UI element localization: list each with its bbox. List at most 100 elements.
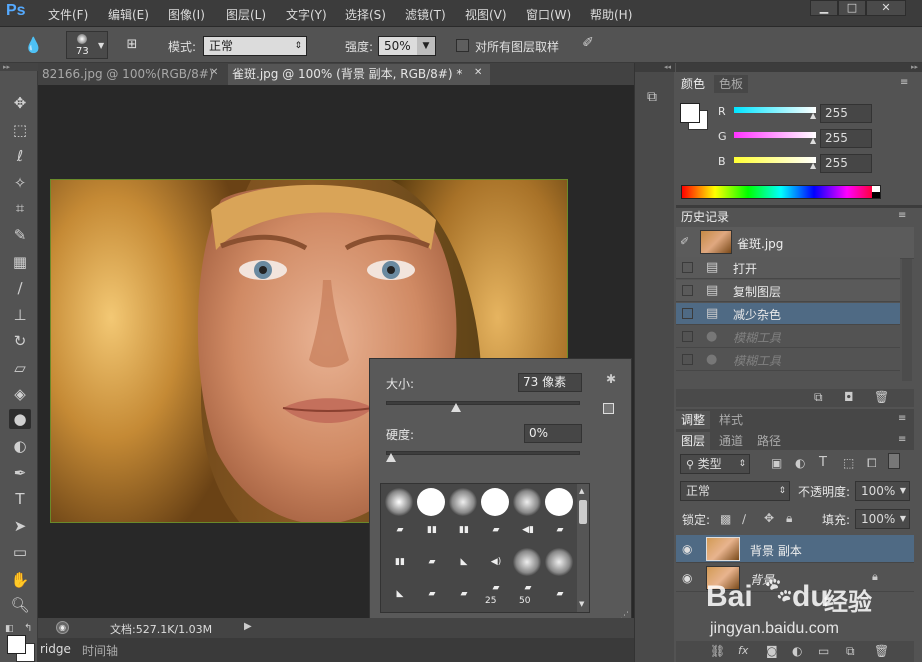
hardness-slider[interactable] xyxy=(386,451,580,455)
tab-channels[interactable]: 通道 xyxy=(714,432,748,450)
menu-layer[interactable]: 图层(L) xyxy=(226,6,266,23)
color-spectrum-bar[interactable] xyxy=(681,185,881,199)
layer-filter-select[interactable]: ⚲ 类型 ⇕ xyxy=(680,454,750,474)
menu-edit[interactable]: 编辑(E) xyxy=(108,6,149,23)
type-tool-icon[interactable]: T xyxy=(9,489,31,509)
lock-pixels-icon[interactable]: ∕ xyxy=(742,512,746,526)
size-slider[interactable] xyxy=(386,401,580,405)
channel-g-slider[interactable] xyxy=(734,132,816,138)
tab-82166[interactable]: 82166.jpg @ 100%(RGB/8#) xyxy=(38,64,226,85)
paint-bucket-icon[interactable]: ◈ xyxy=(9,384,31,404)
filter-adjustment-icon[interactable]: ◐ xyxy=(795,456,805,470)
scroll-down-icon[interactable]: ▼ xyxy=(579,600,584,608)
layer-name[interactable]: 背景 副本 xyxy=(750,542,802,559)
lock-all-icon[interactable]: 🔒︎ xyxy=(786,511,792,526)
sample-all-layers-checkbox[interactable] xyxy=(456,39,469,52)
mode-select[interactable]: 正常 ⇕ xyxy=(203,36,307,56)
link-layers-icon[interactable]: ⛓︎ xyxy=(710,644,725,658)
slider-thumb-icon[interactable]: ▲ xyxy=(810,136,816,145)
default-colors-icon[interactable]: ◧ xyxy=(5,624,14,634)
brush-tip-icon[interactable]: ▰ xyxy=(391,524,409,536)
slider-thumb-icon[interactable]: ▲ xyxy=(810,161,816,170)
history-item-disabled[interactable]: ● 模糊工具 xyxy=(676,326,900,348)
brush-tip-icon[interactable]: ▰ xyxy=(487,582,505,594)
new-group-icon[interactable]: ▭ xyxy=(818,644,829,658)
strength-field[interactable]: 50% ▼ xyxy=(378,36,436,56)
magic-wand-icon[interactable]: ✧ xyxy=(9,173,31,193)
channel-g-value[interactable]: 255 xyxy=(820,129,872,148)
brush-tip-icon[interactable]: ▰ xyxy=(423,588,441,600)
brush-tip-icon[interactable]: ▰ xyxy=(519,582,537,594)
size-slider-thumb[interactable] xyxy=(450,403,461,412)
eye-icon[interactable]: ◉ xyxy=(682,571,692,585)
chevron-down-icon[interactable]: ▼ xyxy=(900,510,906,528)
tab-paths[interactable]: 路径 xyxy=(752,432,786,450)
soft-brush-icon[interactable] xyxy=(385,488,413,516)
move-tool-icon[interactable]: ✥ xyxy=(9,93,31,113)
brush-preset-picker[interactable]: 73 ▼ xyxy=(66,31,108,59)
marquee-tool-icon[interactable]: ⬚ xyxy=(9,120,31,140)
preset-scrollbar[interactable]: ▲ ▼ xyxy=(577,484,589,612)
layer-style-icon[interactable]: fx xyxy=(738,644,748,657)
chevron-down-icon[interactable]: ▼ xyxy=(417,37,435,55)
eraser-icon[interactable]: ▱ xyxy=(9,358,31,378)
collapse-icon[interactable]: ▸▸ xyxy=(676,63,922,72)
tab-layers[interactable]: 图层 xyxy=(676,432,711,450)
channel-r-value[interactable]: 255 xyxy=(820,104,872,123)
lock-transparency-icon[interactable]: ▩ xyxy=(720,512,731,526)
tab-color[interactable]: 颜色 xyxy=(676,75,711,93)
hard-brush-icon[interactable] xyxy=(481,488,509,516)
hard-brush-icon[interactable] xyxy=(545,488,573,516)
soft-brush-icon[interactable] xyxy=(449,488,477,516)
menu-window[interactable]: 窗口(W) xyxy=(526,6,571,23)
layer-mask-icon[interactable]: ◙ xyxy=(766,644,778,658)
menu-type[interactable]: 文字(Y) xyxy=(286,6,327,23)
tab-history[interactable]: 历史记录 xyxy=(676,208,735,226)
brush-tip-icon[interactable]: ◀▮ xyxy=(519,524,537,536)
menu-filter[interactable]: 滤镜(T) xyxy=(405,6,446,23)
swap-colors-icon[interactable]: ↰ xyxy=(24,623,32,634)
hardness-slider-thumb[interactable] xyxy=(386,453,396,462)
hard-brush-icon[interactable] xyxy=(417,488,445,516)
minimize-button[interactable]: ▁ xyxy=(810,0,838,16)
lock-position-icon[interactable]: ✥ xyxy=(764,511,774,525)
brush-tip-icon[interactable]: ▮▮ xyxy=(423,524,441,536)
history-item[interactable]: ▤ 打开 xyxy=(676,257,900,279)
status-menu-arrow-icon[interactable]: ▶ xyxy=(244,621,252,632)
close-icon[interactable]: ✕ xyxy=(210,67,218,78)
history-scrollbar[interactable] xyxy=(902,259,912,381)
history-snapshot[interactable]: ✐ 雀斑.jpg xyxy=(676,227,914,259)
panel-menu-icon[interactable]: ≡ xyxy=(898,434,906,445)
adjustment-layer-icon[interactable]: ◐ xyxy=(792,644,802,658)
zoom-tool-icon[interactable]: 🔍︎ xyxy=(9,595,31,615)
chevron-down-icon[interactable]: ▼ xyxy=(900,482,906,500)
tab-swatches[interactable]: 色板 xyxy=(714,75,749,93)
panel-menu-icon[interactable]: ≡ xyxy=(898,413,906,424)
history-checkbox[interactable] xyxy=(682,331,693,342)
close-icon[interactable]: ✕ xyxy=(474,67,482,78)
soft-brush-icon[interactable] xyxy=(545,548,573,576)
menu-image[interactable]: 图像(I) xyxy=(168,6,205,23)
brush-tool-icon[interactable]: ∕ xyxy=(9,278,31,298)
layer-row-selected[interactable]: ◉ 背景 副本 xyxy=(676,535,914,563)
eye-icon[interactable]: ◉ xyxy=(682,542,692,556)
new-preset-icon[interactable] xyxy=(603,403,614,414)
filter-image-icon[interactable]: ▣ xyxy=(771,456,782,470)
brush-tip-icon[interactable]: ◣ xyxy=(455,556,473,568)
crop-tool-icon[interactable]: ⌗ xyxy=(9,198,31,218)
blur-tool-icon[interactable]: ● xyxy=(9,409,31,429)
soft-brush-icon[interactable] xyxy=(513,548,541,576)
black-swatch[interactable] xyxy=(872,192,880,198)
pen-tool-icon[interactable]: ✒ xyxy=(9,463,31,483)
channel-r-slider[interactable] xyxy=(734,107,816,113)
scroll-thumb[interactable] xyxy=(579,500,587,524)
pressure-icon[interactable]: ✐ xyxy=(578,35,598,55)
menu-select[interactable]: 选择(S) xyxy=(345,6,386,23)
brush-tip-icon[interactable]: ▰ xyxy=(423,556,441,568)
tab-styles[interactable]: 样式 xyxy=(714,411,748,429)
tab-freckles[interactable]: 雀斑.jpg @ 100% (背景 副本, RGB/8#) * xyxy=(228,64,490,85)
collapse-icon[interactable]: ▸▸ xyxy=(0,63,38,71)
3d-panel-icon[interactable]: ⧉ xyxy=(647,89,657,105)
history-item-selected[interactable]: ▤ 减少杂色 xyxy=(676,303,900,325)
hand-tool-icon[interactable]: ✋ xyxy=(9,570,31,590)
